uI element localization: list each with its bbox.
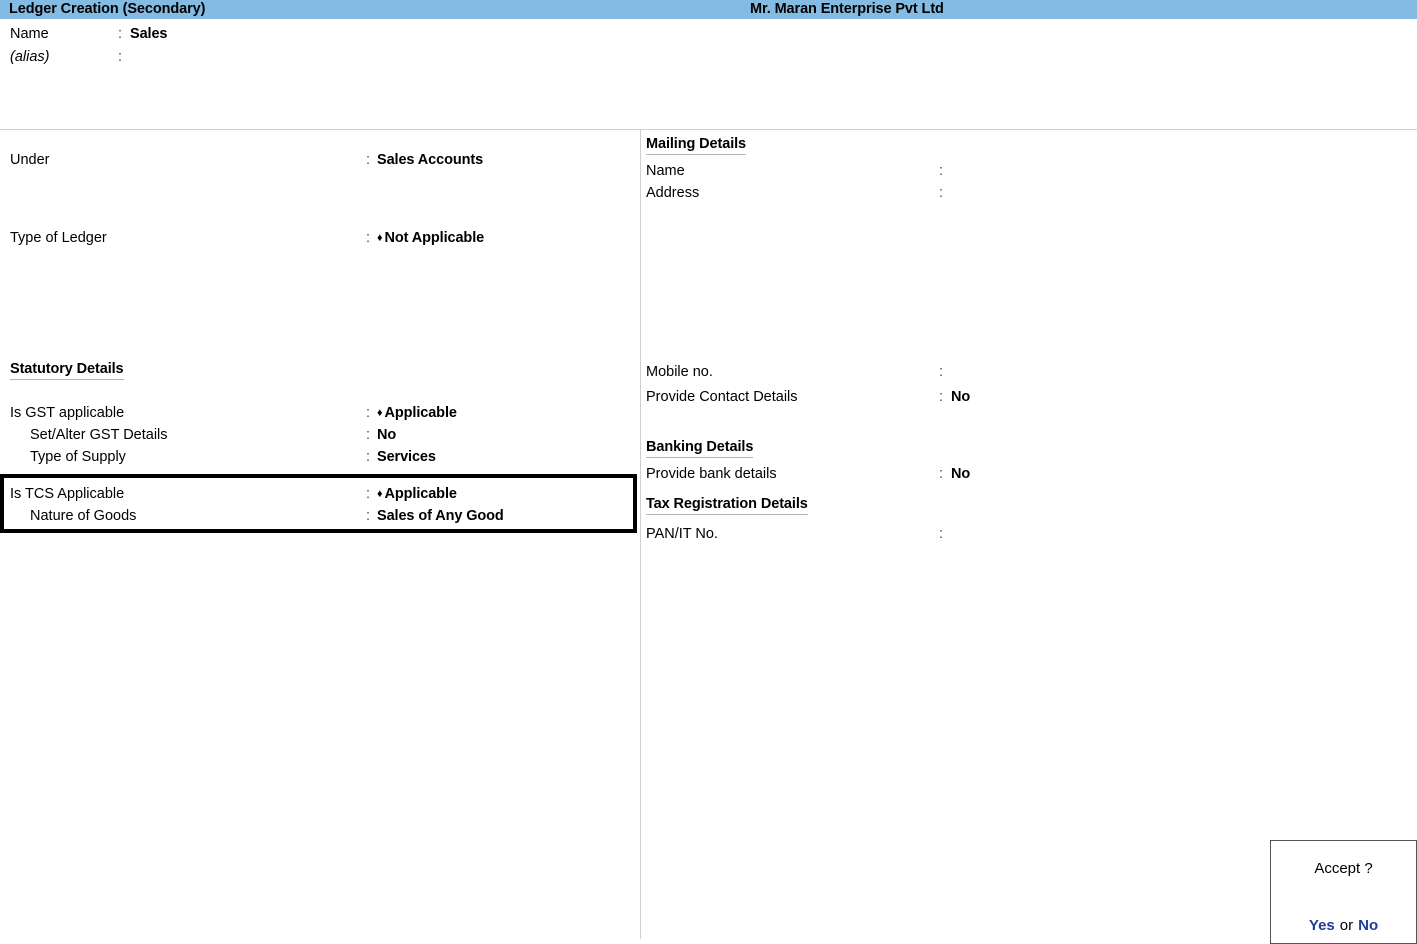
set-alter-gst-details-row[interactable]: Set/Alter GST Details : No	[0, 427, 640, 447]
set-alter-gst-details-value[interactable]: No	[377, 427, 396, 443]
accept-dialog-title: Accept ?	[1314, 860, 1373, 877]
type-of-supply-label: Type of Supply	[30, 449, 126, 465]
is-gst-applicable-value-text: Applicable	[384, 405, 457, 421]
statutory-details-heading: Statutory Details	[10, 361, 124, 380]
diamond-marker-icon: ♦	[377, 232, 383, 244]
nature-of-goods-label: Nature of Goods	[30, 508, 137, 524]
name-row[interactable]: Name : Sales	[0, 26, 640, 46]
provide-bank-details-row[interactable]: Provide bank details : No	[640, 466, 1410, 486]
under-value[interactable]: Sales Accounts	[377, 152, 483, 168]
under-row[interactable]: Under : Sales Accounts	[0, 152, 640, 172]
is-tcs-applicable-colon: :	[366, 486, 371, 502]
pan-it-no-colon: :	[939, 526, 944, 542]
mailing-name-colon: :	[939, 163, 944, 179]
provide-bank-details-colon: :	[939, 466, 944, 482]
under-label: Under	[10, 152, 50, 168]
provide-contact-details-value[interactable]: No	[951, 389, 970, 405]
name-label: Name	[10, 26, 49, 42]
accept-yes-button[interactable]: Yes	[1309, 917, 1335, 934]
is-gst-applicable-row[interactable]: Is GST applicable : ♦ Applicable	[0, 405, 640, 425]
accept-dialog-actions: Yes or No	[1271, 917, 1416, 934]
pan-it-no-row[interactable]: PAN/IT No. :	[640, 526, 1410, 546]
name-colon: :	[118, 26, 123, 42]
tax-registration-details-heading: Tax Registration Details	[646, 496, 808, 515]
mailing-name-label: Name	[646, 163, 685, 179]
set-alter-gst-details-label: Set/Alter GST Details	[30, 427, 168, 443]
nature-of-goods-row[interactable]: Nature of Goods : Sales of Any Good	[4, 508, 633, 528]
type-of-supply-value[interactable]: Services	[377, 449, 436, 465]
type-of-ledger-value[interactable]: ♦ Not Applicable	[377, 230, 484, 246]
type-of-ledger-colon: :	[366, 230, 371, 246]
mobile-no-colon: :	[939, 364, 944, 380]
tcs-highlight-box[interactable]: Is TCS Applicable : ♦ Applicable Nature o…	[0, 474, 637, 533]
provide-contact-details-colon: :	[939, 389, 944, 405]
type-of-supply-colon: :	[366, 449, 371, 465]
is-tcs-applicable-value-text: Applicable	[384, 486, 457, 502]
accept-or-label: or	[1339, 917, 1354, 934]
provide-contact-details-label: Provide Contact Details	[646, 389, 798, 405]
provide-contact-details-row[interactable]: Provide Contact Details : No	[640, 389, 1410, 409]
banking-details-heading: Banking Details	[646, 439, 753, 458]
type-of-supply-row[interactable]: Type of Supply : Services	[0, 449, 640, 469]
set-alter-gst-details-colon: :	[366, 427, 371, 443]
type-of-ledger-label: Type of Ledger	[10, 230, 107, 246]
company-name: Mr. Maran Enterprise Pvt Ltd	[750, 1, 944, 17]
diamond-marker-icon: ♦	[377, 488, 383, 500]
alias-label: (alias)	[10, 49, 50, 65]
provide-bank-details-label: Provide bank details	[646, 466, 777, 482]
alias-row[interactable]: (alias) :	[0, 49, 640, 69]
mailing-details-heading: Mailing Details	[646, 136, 746, 155]
title-bar: Ledger Creation (Secondary) Mr. Maran En…	[0, 0, 1417, 19]
pan-it-no-label: PAN/IT No.	[646, 526, 718, 542]
is-tcs-applicable-value[interactable]: ♦ Applicable	[377, 486, 457, 502]
accept-confirmation-dialog[interactable]: Accept ? Yes or No	[1270, 840, 1417, 944]
screen-title: Ledger Creation (Secondary)	[9, 1, 206, 17]
nature-of-goods-value[interactable]: Sales of Any Good	[377, 508, 504, 524]
mobile-no-row[interactable]: Mobile no. :	[640, 364, 1410, 384]
under-colon: :	[366, 152, 371, 168]
mailing-name-row[interactable]: Name :	[640, 163, 1410, 183]
mailing-address-label: Address	[646, 185, 700, 201]
is-gst-applicable-colon: :	[366, 405, 371, 421]
is-gst-applicable-value[interactable]: ♦ Applicable	[377, 405, 457, 421]
mobile-no-label: Mobile no.	[646, 364, 713, 380]
accept-no-button[interactable]: No	[1358, 917, 1378, 934]
diamond-marker-icon: ♦	[377, 407, 383, 419]
type-of-ledger-value-text: Not Applicable	[384, 230, 485, 246]
is-gst-applicable-label: Is GST applicable	[10, 405, 125, 421]
mailing-address-colon: :	[939, 185, 944, 201]
type-of-ledger-row[interactable]: Type of Ledger : ♦ Not Applicable	[0, 230, 640, 250]
mailing-address-row[interactable]: Address :	[640, 185, 1410, 205]
provide-bank-details-value[interactable]: No	[951, 466, 970, 482]
name-value[interactable]: Sales	[130, 26, 168, 42]
alias-colon: :	[118, 49, 123, 65]
nature-of-goods-colon: :	[366, 508, 371, 524]
is-tcs-applicable-row[interactable]: Is TCS Applicable : ♦ Applicable	[4, 486, 633, 506]
header-divider-rule	[0, 129, 1417, 130]
is-tcs-applicable-label: Is TCS Applicable	[10, 486, 125, 502]
